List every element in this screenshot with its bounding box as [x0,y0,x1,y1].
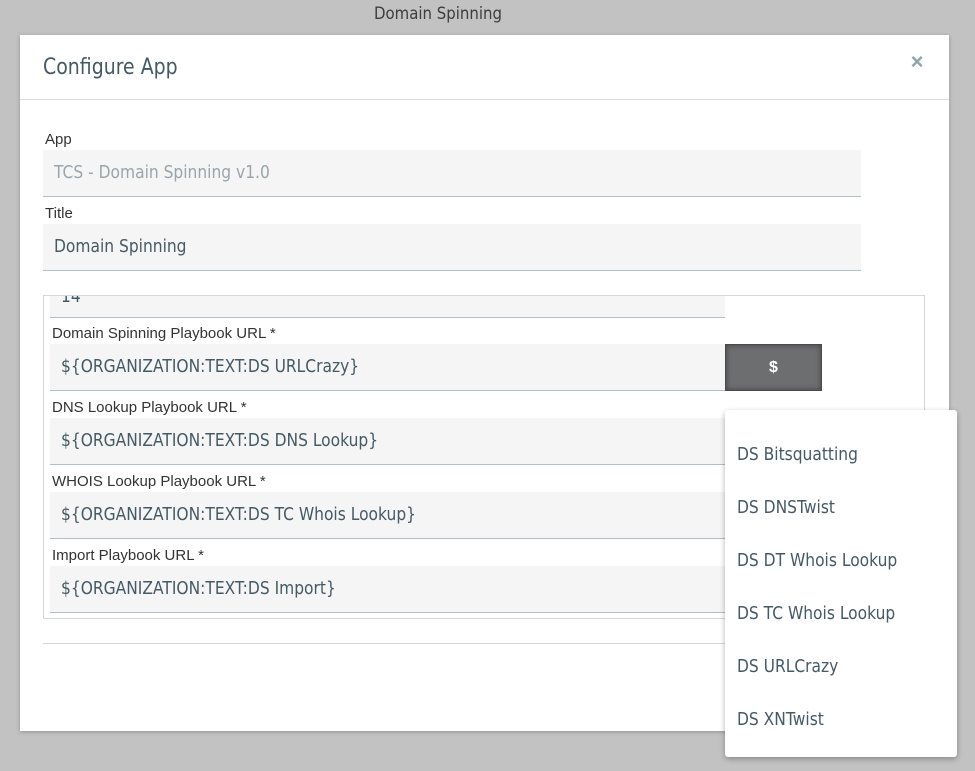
dns-lookup-url-value: ${ORGANIZATION:TEXT:DS DNS Lookup} [61,430,379,451]
dropdown-item-ds-urlcrazy[interactable]: DS URLCrazy [737,656,838,677]
modal-title: Configure App [43,55,178,80]
close-icon[interactable]: × [906,51,928,73]
modal-footer-divider [43,643,743,644]
whois-lookup-url-label: WHOIS Lookup Playbook URL * [52,473,266,490]
domain-spinning-url-input[interactable]: ${ORGANIZATION:TEXT:DS URLCrazy} [50,344,725,391]
whois-lookup-url-input[interactable]: ${ORGANIZATION:TEXT:DS TC Whois Lookup} [50,492,725,539]
title-field[interactable]: Domain Spinning [43,224,861,271]
title-field-value: Domain Spinning [54,236,187,257]
dns-lookup-url-input[interactable]: ${ORGANIZATION:TEXT:DS DNS Lookup} [50,418,725,465]
app-field: TCS - Domain Spinning v1.0 [43,150,861,197]
dropdown-item-ds-dnstwist[interactable]: DS DNSTwist [737,497,835,518]
modal-header: Configure App × [20,35,949,100]
import-url-value: ${ORGANIZATION:TEXT:DS Import} [61,578,336,599]
dropdown-item-ds-dt-whois-lookup[interactable]: DS DT Whois Lookup [737,550,897,571]
dropdown-item-ds-tc-whois-lookup[interactable]: DS TC Whois Lookup [737,603,895,624]
import-url-label: Import Playbook URL * [52,547,205,564]
variable-dropdown[interactable]: DS Bitsquatting DS DNSTwist DS DT Whois … [725,410,957,757]
partial-field[interactable]: 14 [50,295,725,318]
page-header-title: Domain Spinning [373,4,503,24]
title-label: Title [45,205,73,222]
dns-lookup-url-label: DNS Lookup Playbook URL * [52,399,247,416]
dropdown-item-ds-xntwist[interactable]: DS XNTwist [737,709,824,730]
domain-spinning-url-label: Domain Spinning Playbook URL * [52,325,276,342]
domain-spinning-url-value: ${ORGANIZATION:TEXT:DS URLCrazy} [61,356,360,377]
app-field-value: TCS - Domain Spinning v1.0 [54,162,270,183]
dropdown-item-ds-bitsquatting[interactable]: DS Bitsquatting [737,444,858,465]
partial-field-value: 14 [61,295,81,307]
variable-picker-button[interactable]: $ [725,344,822,391]
whois-lookup-url-value: ${ORGANIZATION:TEXT:DS TC Whois Lookup} [61,504,416,525]
import-url-input[interactable]: ${ORGANIZATION:TEXT:DS Import} [50,566,725,613]
app-label: App [45,131,72,148]
